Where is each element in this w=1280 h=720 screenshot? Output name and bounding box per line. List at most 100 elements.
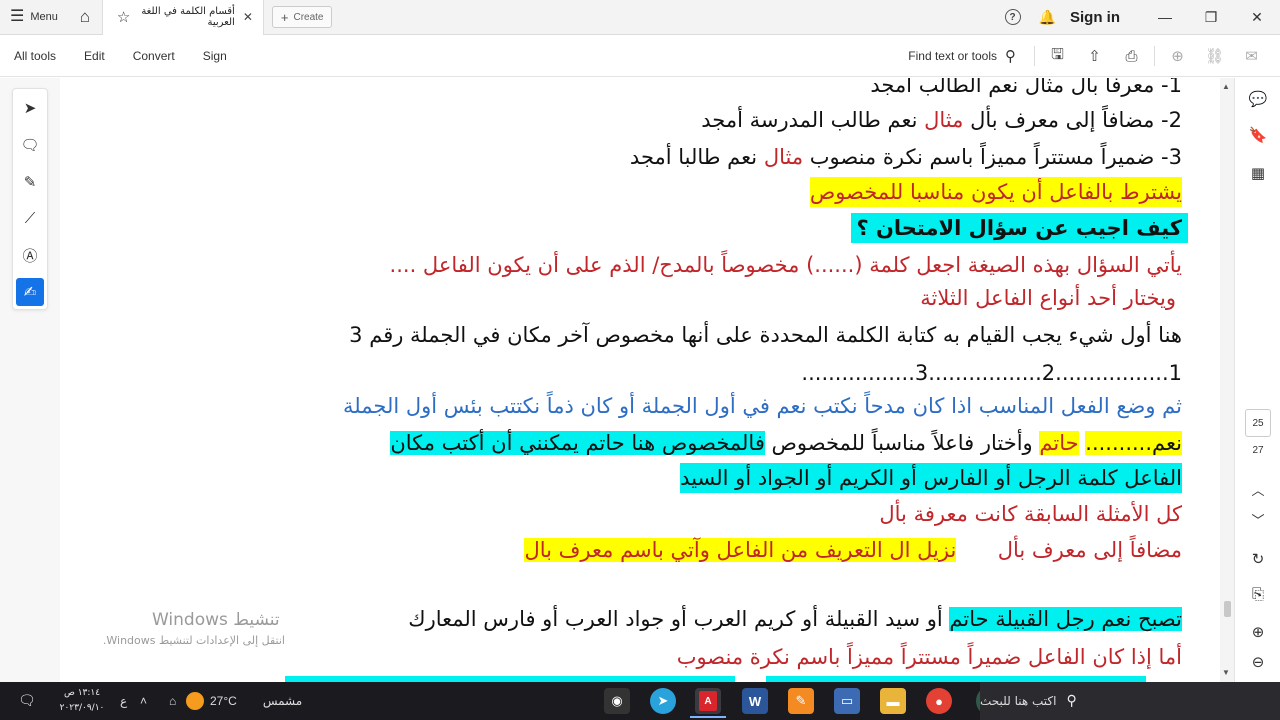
sign-link[interactable]: Sign — [189, 49, 241, 63]
search-icon: ⚲ — [1005, 48, 1016, 65]
right-panel-rail: 💬 🔖 ▦ 25 27 ︿ ﹀ ↻ ⎘ ⊕ ⊖ — [1234, 78, 1280, 682]
total-pages: 27 — [1252, 445, 1264, 456]
comments-icon[interactable]: 💬 — [1235, 90, 1280, 108]
search-placeholder: اكتب هنا للبحث — [980, 694, 1057, 708]
display-app-icon[interactable]: ▭ — [834, 688, 860, 714]
next-page-icon[interactable]: ﹀ — [1235, 510, 1280, 529]
restore-icon[interactable]: ❐ — [1188, 0, 1234, 35]
paint-app-icon[interactable]: ✎ — [788, 688, 814, 714]
vertical-scrollbar[interactable]: ▲ ▼ — [1220, 78, 1234, 682]
doc-line: نعم.......... حاتم وأختار فاعلاً مناسباً… — [390, 431, 1182, 455]
doc-line: تصبح نعم رجل القبيلة حاتم أو سيد القبيلة… — [408, 607, 1182, 631]
weather-widget[interactable]: 27°C مشمس — [186, 682, 302, 720]
chevron-up-icon[interactable]: ˄ — [140, 694, 147, 708]
doc-line: أما إذا كان الفاعل ضميراً مستتراً مميزاً… — [676, 645, 1182, 669]
file-explorer-icon[interactable]: ▬ — [880, 688, 906, 714]
windows-taskbar: 🗨 ١٣:١٤ ص ٢٠٢٣/٠٩/١٠ ع ˄ ⌂ 27°C مشمس ◉ ➤… — [0, 682, 1280, 720]
zoom-in-icon[interactable]: ⊕ — [1235, 623, 1280, 641]
scroll-up-icon[interactable]: ▲ — [1222, 82, 1230, 91]
edit-link[interactable]: Edit — [70, 49, 119, 63]
tab-title: أقسام الكلمة في اللغة العربية — [141, 6, 235, 28]
star-icon[interactable]: ☆ — [117, 8, 130, 26]
language-indicator[interactable]: ع — [120, 682, 127, 720]
thumbnails-grid-icon[interactable]: ▦ — [1235, 164, 1280, 182]
plus-icon: + — [280, 9, 289, 25]
doc-line-highlighted: يشترط بالفاعل أن يكون مناسبا للمخصوص — [809, 177, 1182, 207]
telegram-app-icon[interactable]: ➤ — [650, 688, 676, 714]
rotate-icon[interactable]: ↻ — [1235, 550, 1280, 568]
notification-center-icon[interactable]: 🗨 — [18, 692, 36, 709]
pdf-page: 1- معرفا بأل مثال نعم الطالب أمجد 2- مضا… — [60, 78, 1220, 682]
tab-bar: ☰ Menu ⌂ ☆ أقسام الكلمة في اللغة العربية… — [0, 0, 1280, 35]
weather-text: مشمس — [262, 694, 303, 708]
sign-in-button[interactable]: Sign in — [1056, 9, 1142, 26]
current-page-field[interactable]: 25 — [1245, 409, 1271, 437]
taskbar-search[interactable]: ⚲ اكتب هنا للبحث — [980, 682, 1280, 720]
taskbar-clock[interactable]: ١٣:١٤ ص ٢٠٢٣/٠٩/١٠ — [54, 686, 110, 716]
close-window-icon[interactable]: ✕ — [1234, 0, 1280, 35]
select-cursor-icon[interactable]: ➤ — [13, 89, 47, 126]
help-icon[interactable]: ? — [1004, 9, 1021, 25]
find-label: Find text or tools — [908, 49, 997, 63]
doc-line: 1- معرفا بأل مثال نعم الطالب أمجد — [870, 78, 1182, 97]
extract-page-icon[interactable]: ⎘ — [1235, 586, 1280, 603]
doc-line-highlighted: الفاعل كلمة الرجل أو الفارس أو الكريم أو… — [680, 463, 1182, 493]
upload-cloud-icon[interactable]: ⇧ — [1076, 47, 1113, 65]
doc-line: ويختار أحد أنواع الفاعل الثلاثة — [920, 286, 1176, 310]
acrobat-app-icon[interactable]: A — [695, 688, 721, 714]
zoom-out-icon[interactable]: ⊖ — [1235, 653, 1280, 671]
doc-heading: كيف اجيب عن سؤال الامتحان ؟ — [850, 213, 1188, 243]
highlight-pen-icon[interactable]: ✎ — [13, 163, 47, 200]
add-comment-icon[interactable]: 🗨 — [13, 126, 47, 163]
menu-label: Menu — [30, 11, 58, 23]
doc-line: هنا أول شيء يجب القيام به كتابة الكلمة ا… — [349, 323, 1182, 347]
draw-freehand-icon[interactable]: ✍ — [16, 278, 44, 306]
share-user-icon[interactable]: ⊕ — [1159, 47, 1196, 65]
notification-bell-icon[interactable]: 🔔 — [1039, 9, 1056, 26]
menu-button[interactable]: ☰ Menu — [0, 0, 68, 35]
text-select-icon[interactable]: Ⓐ — [13, 237, 47, 274]
screen-recorder-app-icon[interactable]: ◉ — [604, 688, 630, 714]
date: ٢٠٢٣/٠٩/١٠ — [59, 703, 105, 713]
bookmarks-icon[interactable]: 🔖 — [1235, 126, 1280, 144]
search-icon: ⚲ — [1066, 693, 1077, 709]
word-app-icon[interactable]: W — [742, 688, 768, 714]
print-icon[interactable]: ⎙ — [1113, 48, 1150, 65]
doc-line: يأتي السؤال بهذه الصيغة اجعل كلمة (.....… — [389, 253, 1182, 277]
doc-line: ثم وضع الفعل المناسب اذا كان مدحاً نكتب … — [343, 394, 1182, 418]
windows-activation-title: Windows تنشيط — [152, 610, 280, 630]
doc-line: 2- مضافاً إلى معرف بأل مثال نعم طالب الم… — [701, 108, 1182, 132]
close-tab-icon[interactable]: ✕ — [243, 10, 253, 24]
left-tool-rail: ➤ 🗨 ✎ ⟋ Ⓐ ✍ — [0, 78, 60, 682]
acrobat-window: ☰ Menu ⌂ ☆ أقسام الكلمة في اللغة العربية… — [0, 0, 1280, 720]
windows-activation-subtitle: انتقل إلى الإعدادات لتنشيط Windows. — [102, 634, 285, 647]
doc-line: 3- ضميراً مستتراً مميزاً باسم نكرة منصوب… — [629, 145, 1182, 169]
convert-link[interactable]: Convert — [119, 49, 189, 63]
save-icon[interactable]: 🖫 — [1039, 44, 1076, 69]
scroll-thumb[interactable] — [1224, 601, 1231, 617]
network-icon[interactable]: ⌂ — [169, 694, 176, 708]
minimize-icon[interactable]: — — [1142, 0, 1188, 35]
active-app-indicator — [690, 716, 726, 718]
find-text-or-tools[interactable]: Find text or tools ⚲ — [908, 47, 1030, 65]
doc-line: كل الأمثلة السابقة كانت معرفة بأل — [879, 502, 1182, 526]
doc-line: مضافاً إلى معرف بأل نزيل ال التعريف من ا… — [524, 538, 1182, 562]
create-label: Create — [293, 11, 324, 23]
doc-line: 1.................2.................3...… — [801, 361, 1182, 385]
sun-icon — [186, 692, 204, 710]
link-icon[interactable]: ⛓ — [1196, 47, 1233, 65]
home-icon[interactable]: ⌂ — [68, 0, 102, 35]
weather-temp: 27°C — [210, 694, 237, 708]
main-toolbar: All tools Edit Convert Sign Find text or… — [0, 36, 1280, 77]
time: ١٣:١٤ ص — [63, 688, 101, 698]
hamburger-icon: ☰ — [10, 8, 25, 25]
draw-line-icon[interactable]: ⟋ — [13, 200, 47, 237]
email-icon[interactable]: ✉ — [1233, 47, 1270, 65]
scroll-down-icon[interactable]: ▼ — [1222, 668, 1230, 677]
document-tab[interactable]: ☆ أقسام الكلمة في اللغة العربية ✕ — [101, 0, 264, 35]
chrome-app-icon[interactable]: ● — [926, 688, 952, 714]
previous-page-icon[interactable]: ︿ — [1235, 480, 1280, 499]
document-viewport[interactable]: 1- معرفا بأل مثال نعم الطالب أمجد 2- مضا… — [60, 78, 1220, 682]
create-button[interactable]: + Create — [271, 6, 333, 28]
all-tools-link[interactable]: All tools — [0, 49, 70, 63]
